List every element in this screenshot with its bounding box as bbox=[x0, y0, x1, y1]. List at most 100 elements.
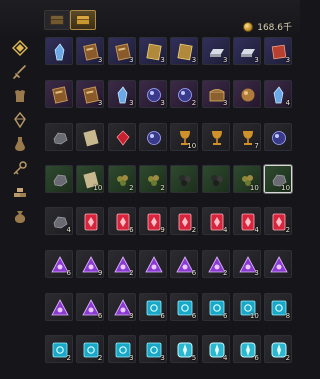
inventory-slot[interactable]: 3 bbox=[76, 37, 105, 65]
inventory-slot[interactable]: 10 bbox=[76, 165, 105, 193]
inventory-slot[interactable]: 3 bbox=[138, 37, 167, 65]
inventory-slot[interactable]: 6 bbox=[138, 293, 167, 321]
inventory-slot[interactable]: 2 bbox=[45, 335, 73, 363]
inventory-slot[interactable] bbox=[107, 123, 136, 151]
recipe-book-icon bbox=[52, 86, 68, 104]
inventory-slot[interactable] bbox=[45, 80, 73, 108]
inventory-slot[interactable]: 6 bbox=[76, 293, 105, 321]
inventory-slot[interactable]: 6 bbox=[170, 250, 199, 278]
inventory-slot[interactable]: 2 bbox=[107, 250, 136, 278]
inventory-slot[interactable]: 6 bbox=[170, 293, 199, 321]
inventory-slot[interactable]: 4 bbox=[45, 207, 73, 235]
inventory-slot[interactable]: 3 bbox=[138, 80, 167, 108]
inventory-slot[interactable]: 2 bbox=[107, 165, 136, 193]
tab-storage-2[interactable] bbox=[70, 10, 96, 30]
inventory-slot[interactable]: 2 bbox=[201, 250, 230, 278]
inventory-slot[interactable]: 10 bbox=[232, 165, 261, 193]
stone-icon bbox=[53, 174, 68, 187]
inventory-slot[interactable]: 6 bbox=[232, 335, 261, 363]
inventory-slot[interactable]: 4 bbox=[201, 335, 230, 363]
inventory-slot[interactable]: 3 bbox=[138, 335, 167, 363]
inventory-slot[interactable]: 3 bbox=[232, 250, 261, 278]
category-materials-button[interactable] bbox=[12, 184, 28, 200]
item-count: 10 bbox=[249, 184, 259, 192]
item-count: 2 bbox=[97, 354, 103, 362]
gold-coin-icon bbox=[243, 21, 254, 32]
item-count: 6 bbox=[97, 312, 103, 320]
inventory-slot[interactable] bbox=[45, 165, 73, 193]
item-count: 10 bbox=[249, 312, 259, 320]
inventory-slot[interactable]: 10 bbox=[232, 293, 261, 321]
inventory-slot[interactable]: 2 bbox=[264, 207, 293, 235]
inventory-slot[interactable] bbox=[232, 80, 261, 108]
inventory-slot[interactable]: 8 bbox=[264, 293, 293, 321]
inventory-slot[interactable]: 9 bbox=[76, 250, 105, 278]
inventory-slot[interactable] bbox=[76, 207, 105, 235]
inventory-slot[interactable]: 3 bbox=[107, 80, 136, 108]
item-count: 3 bbox=[129, 312, 134, 320]
category-weapons-button[interactable] bbox=[12, 64, 28, 80]
category-keys-button[interactable] bbox=[12, 160, 28, 176]
inventory-slot[interactable] bbox=[264, 250, 293, 278]
item-count: 3 bbox=[285, 56, 291, 64]
item-count: 6 bbox=[223, 312, 228, 320]
category-consumables-button[interactable] bbox=[12, 136, 28, 152]
inventory-slot[interactable] bbox=[264, 123, 293, 151]
inventory-slot[interactable] bbox=[201, 165, 230, 193]
inventory-slot[interactable] bbox=[201, 123, 230, 151]
inventory-slot[interactable]: 3 bbox=[170, 37, 199, 65]
inventory-slot[interactable]: 3 bbox=[264, 37, 293, 65]
item-count: 2 bbox=[66, 354, 71, 362]
inventory-slot[interactable] bbox=[138, 123, 167, 151]
inventory-slot[interactable]: 9 bbox=[138, 207, 167, 235]
inventory-slot[interactable]: 10 bbox=[170, 123, 199, 151]
item-count: 4 bbox=[223, 226, 228, 234]
goblet-icon bbox=[211, 131, 222, 145]
inventory-slot[interactable]: 2 bbox=[170, 80, 199, 108]
inventory-slot[interactable]: 4 bbox=[232, 207, 261, 235]
inventory-slot[interactable] bbox=[170, 165, 199, 193]
inventory-slot[interactable] bbox=[45, 123, 73, 151]
inventory-slot[interactable]: 5 bbox=[170, 335, 199, 363]
category-gems-button[interactable] bbox=[12, 112, 28, 128]
inventory-slot[interactable]: 3 bbox=[201, 37, 230, 65]
item-count: 3 bbox=[191, 56, 197, 64]
category-sidebar bbox=[0, 34, 40, 379]
inventory-slot[interactable]: 10 bbox=[264, 165, 293, 193]
category-all-button[interactable] bbox=[12, 40, 28, 56]
inventory-slot[interactable]: 2 bbox=[170, 207, 199, 235]
purple-rune-triangle-icon bbox=[270, 256, 288, 273]
tab-storage-1[interactable] bbox=[44, 10, 70, 30]
inventory-slot[interactable]: 4 bbox=[201, 207, 230, 235]
inventory-slot[interactable]: 6 bbox=[201, 293, 230, 321]
inventory-slot[interactable]: 2 bbox=[76, 335, 105, 363]
pouch-icon bbox=[14, 211, 26, 223]
item-count: 3 bbox=[254, 56, 259, 64]
inventory-slot[interactable]: 6 bbox=[107, 207, 136, 235]
inventory-slot[interactable]: 3 bbox=[232, 37, 261, 65]
inventory-slot[interactable] bbox=[138, 250, 167, 278]
item-count: 10 bbox=[281, 184, 291, 192]
inventory-slot[interactable]: 2 bbox=[138, 165, 167, 193]
inventory-slot[interactable]: 3 bbox=[201, 80, 230, 108]
category-misc-button[interactable] bbox=[12, 208, 28, 224]
inventory-slot[interactable]: 3 bbox=[107, 293, 136, 321]
inventory-slot[interactable]: 3 bbox=[107, 335, 136, 363]
inventory-slot[interactable]: 2 bbox=[264, 335, 293, 363]
crystal-shard-icon bbox=[54, 43, 65, 61]
inventory-slot[interactable]: 3 bbox=[76, 80, 105, 108]
inventory-slot[interactable] bbox=[45, 37, 73, 65]
coal-icon bbox=[179, 175, 192, 186]
inventory-slot[interactable] bbox=[76, 123, 105, 151]
inventory-slot[interactable]: 4 bbox=[264, 80, 293, 108]
inventory-slot[interactable]: 3 bbox=[107, 37, 136, 65]
inventory-slot[interactable] bbox=[45, 293, 73, 321]
item-count: 3 bbox=[97, 99, 103, 107]
purple-rune-triangle-icon bbox=[51, 299, 69, 316]
category-armor-button[interactable] bbox=[12, 88, 28, 104]
inventory-slot[interactable]: 7 bbox=[232, 123, 261, 151]
item-count: 7 bbox=[254, 142, 259, 150]
item-count: 6 bbox=[191, 269, 197, 277]
inventory-slot[interactable]: 6 bbox=[45, 250, 73, 278]
red-rune-card-icon bbox=[84, 213, 98, 231]
